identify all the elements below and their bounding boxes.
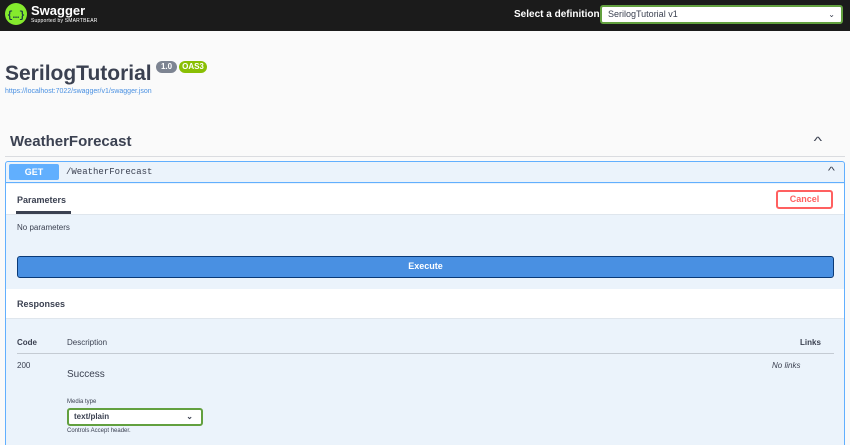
- chevron-down-icon: ⌄: [186, 412, 193, 421]
- response-description: Success: [67, 369, 105, 380]
- media-type-label: Media type: [67, 399, 97, 405]
- chevron-up-icon[interactable]: ^: [814, 135, 822, 147]
- media-type-value: text/plain: [74, 412, 110, 421]
- oas-badge: OAS3: [179, 61, 207, 73]
- column-header-links: Links: [800, 338, 821, 347]
- brand-subtitle: Supported by SMARTBEAR: [31, 18, 98, 24]
- operation-path: /WeatherForecast: [66, 167, 153, 177]
- swagger-logo-icon[interactable]: {…}: [5, 3, 27, 25]
- api-title: SerilogTutorial: [5, 62, 152, 85]
- brand-name[interactable]: Swagger: [31, 4, 85, 17]
- column-header-code: Code: [17, 338, 37, 347]
- http-method-badge: GET: [9, 164, 59, 180]
- media-type-select[interactable]: text/plain ⌄: [67, 408, 203, 426]
- chevron-down-icon: ⌄: [828, 10, 835, 19]
- no-parameters-text: No parameters: [17, 223, 70, 232]
- responses-header: Responses: [6, 289, 844, 319]
- definition-select-value: SerilogTutorial v1: [608, 9, 678, 19]
- cancel-button[interactable]: Cancel: [776, 190, 833, 209]
- table-header-divider: [17, 353, 834, 354]
- tab-parameters[interactable]: Parameters: [17, 195, 66, 206]
- swagger-json-link[interactable]: https://localhost:7022/swagger/v1/swagge…: [5, 88, 152, 96]
- chevron-up-icon[interactable]: ^: [828, 167, 835, 177]
- tab-underline: [16, 211, 71, 214]
- controls-accept-note: Controls Accept header.: [67, 428, 131, 434]
- parameters-header: Parameters Cancel: [6, 184, 844, 215]
- top-bar: {…} Swagger Supported by SMARTBEAR Selec…: [0, 0, 850, 31]
- version-badge: 1.0: [156, 61, 177, 73]
- definition-select[interactable]: SerilogTutorial v1 ⌄: [600, 5, 843, 24]
- responses-title: Responses: [17, 299, 66, 309]
- definition-label: Select a definition: [514, 9, 600, 20]
- execute-button[interactable]: Execute: [17, 256, 834, 278]
- tag-title[interactable]: WeatherForecast: [10, 133, 131, 151]
- operation-block: GET /WeatherForecast ^ Parameters Cancel…: [5, 161, 845, 445]
- response-code: 200: [17, 361, 31, 370]
- response-links: No links: [772, 361, 801, 370]
- svg-text:{…}: {…}: [7, 10, 25, 22]
- column-header-description: Description: [67, 338, 108, 347]
- operation-summary[interactable]: GET /WeatherForecast ^: [6, 162, 844, 183]
- tag-divider: [5, 156, 845, 157]
